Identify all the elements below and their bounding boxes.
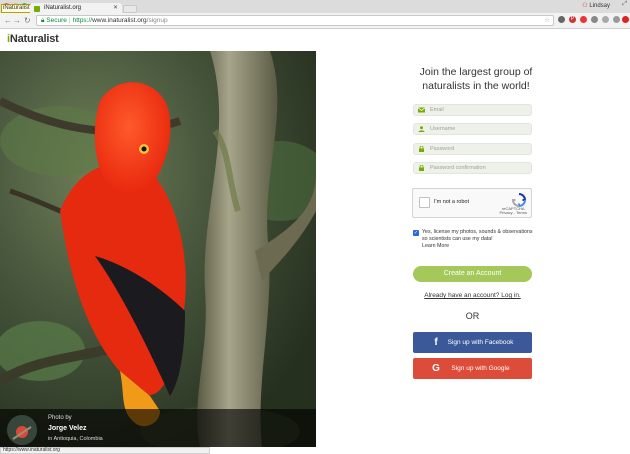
hero-photo: Photo by Jorge Velez in Antioquia, Colom…: [0, 51, 316, 447]
signup-panel: Join the largest group of naturalists in…: [316, 51, 630, 447]
extension-icon[interactable]: [591, 16, 598, 23]
photo-location: in Antioquia, Colombia: [48, 436, 103, 442]
facebook-button-label: Sign up with Facebook: [447, 339, 514, 346]
url-path: /signup: [146, 17, 168, 24]
or-divider: OR: [465, 311, 480, 321]
browser-toolbar: ← → ↻ 🔒︎ Secure | https://www.inaturalist.…: [0, 13, 630, 29]
extension-icon[interactable]: [602, 16, 609, 23]
recaptcha-checkbox[interactable]: [419, 197, 430, 208]
recaptcha-label: I'm not a robot: [434, 199, 469, 205]
secure-label: Secure: [46, 17, 67, 24]
profile-button[interactable]: ⚇ Lindsay: [582, 2, 610, 9]
envelope-icon: [418, 107, 425, 113]
inaturalist-logo[interactable]: iNaturalist: [7, 33, 59, 45]
password-field[interactable]: Password: [413, 143, 532, 155]
email-field[interactable]: Email: [413, 104, 532, 116]
address-bar[interactable]: 🔒︎ Secure | https://www.inaturalist.org/si…: [36, 15, 554, 26]
facebook-icon: f: [434, 337, 438, 348]
recaptcha-privacy-terms-links[interactable]: Privacy - Terms: [500, 211, 527, 215]
favicon-icon: [34, 6, 40, 12]
password-placeholder: Password: [430, 146, 455, 152]
bird-photo-image: [0, 51, 316, 447]
extension-icon[interactable]: [613, 16, 620, 23]
learn-more-link[interactable]: Learn More: [422, 243, 534, 250]
reload-icon[interactable]: ↻: [24, 16, 31, 26]
forward-icon[interactable]: →: [13, 16, 21, 26]
recaptcha-logo-icon: [512, 193, 526, 207]
google-button-label: Sign up with Google: [451, 365, 510, 372]
password-confirmation-placeholder: Password confirmation: [430, 165, 486, 171]
pinterest-icon[interactable]: P: [569, 16, 576, 23]
license-text: Yes, license my photos, sounds & observa…: [422, 229, 533, 242]
back-icon[interactable]: ←: [4, 16, 12, 26]
username-field[interactable]: Username: [413, 123, 532, 135]
url-host: www.inaturalist.org: [92, 17, 147, 24]
status-bar-url: https://www.inaturalist.org: [0, 447, 210, 454]
license-checkbox[interactable]: ✓: [413, 230, 419, 236]
profile-name: Lindsay: [589, 3, 610, 9]
record-icon[interactable]: [580, 16, 587, 23]
bookmark-star-icon[interactable]: ☆: [544, 16, 550, 25]
extension-icon[interactable]: [558, 16, 565, 23]
fullscreen-icon[interactable]: ⤢: [622, 1, 627, 8]
facebook-signup-button[interactable]: f Sign up with Facebook: [413, 332, 532, 353]
google-icon: G: [432, 363, 440, 374]
recaptcha-widget: I'm not a robot reCAPTCHA Privacy - Term…: [412, 188, 532, 218]
email-placeholder: Email: [430, 107, 444, 113]
photographer-name[interactable]: Jorge Velez: [48, 425, 87, 432]
user-icon: [418, 126, 425, 132]
login-link[interactable]: Already have an account? Log in.: [413, 292, 532, 299]
password-confirmation-field[interactable]: Password confirmation: [413, 162, 532, 174]
tab-title: iNaturalist.org: [44, 5, 82, 11]
photographer-avatar[interactable]: [7, 415, 37, 445]
photo-credit: Photo by Jorge Velez in Antioquia, Colom…: [0, 409, 316, 447]
url-scheme: https://: [72, 17, 93, 24]
browser-tab-bar: iNaturalist.org iNaturalist.org ✕ ⚇ Lind…: [0, 0, 630, 14]
recaptcha-brand: reCAPTCHA Privacy - Terms: [500, 207, 527, 215]
new-tab-button[interactable]: [123, 5, 137, 13]
site-header: iNaturalist: [0, 29, 630, 50]
signup-headline: Join the largest group of naturalists in…: [419, 66, 533, 92]
google-signup-button[interactable]: G Sign up with Google: [413, 358, 532, 379]
create-account-button[interactable]: Create an Account: [413, 266, 532, 282]
lock-icon: [419, 165, 424, 171]
lock-icon: [419, 146, 424, 152]
photo-credit-label: Photo by: [48, 415, 72, 421]
username-placeholder: Username: [430, 126, 456, 132]
adblock-icon[interactable]: [622, 16, 629, 23]
lock-icon: 🔒︎: [41, 17, 45, 24]
